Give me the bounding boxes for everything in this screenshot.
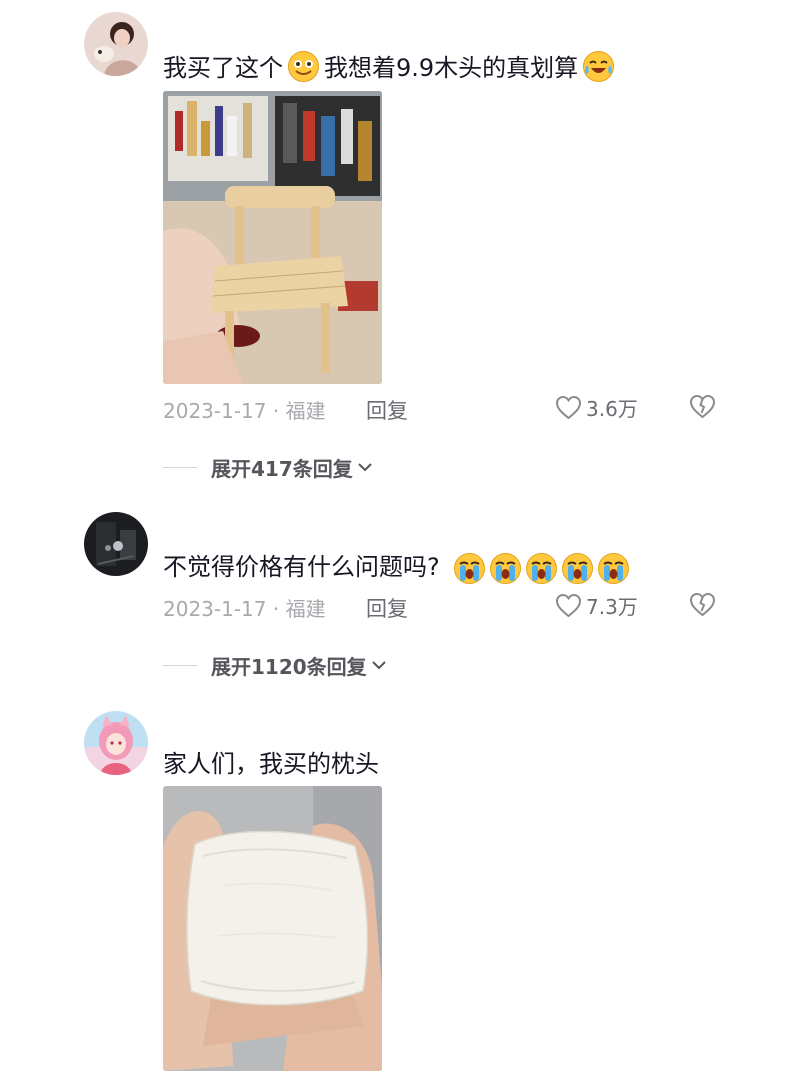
comment-item: 我买了这个 我想着9.9木头的真划算 2023-1-17 · 福建 回复 3.6… [0, 0, 803, 500]
reply-button[interactable]: 回复 [366, 593, 408, 623]
expand-replies-label: 展开417条回复 [211, 456, 353, 481]
crying-emoji-icon [561, 552, 594, 585]
divider [163, 664, 197, 666]
heart-outline-icon [555, 395, 582, 420]
expand-replies[interactable]: 展开417条回复 [163, 452, 373, 482]
avatar[interactable] [84, 711, 148, 775]
date-location: 2023-1-17 · 福建 [163, 399, 326, 423]
dislike-button[interactable] [688, 393, 717, 425]
avatar[interactable] [84, 12, 148, 76]
avatar[interactable] [84, 512, 148, 576]
comment-text-part: 不觉得价格有什么问题吗? [163, 553, 440, 581]
expand-replies-label: 展开1120条回复 [211, 654, 367, 679]
broken-heart-icon [689, 592, 716, 617]
comment-item: 家人们，我买的枕头 [0, 700, 803, 1071]
comment-meta: 2023-1-17 · 福建 回复 7.3万 [163, 591, 723, 621]
reply-button[interactable]: 回复 [366, 395, 408, 425]
divider [163, 466, 197, 468]
crying-emoji-icon [597, 552, 630, 585]
like-button[interactable]: 7.3万 [555, 591, 638, 620]
comment-image[interactable] [163, 786, 382, 1071]
expand-replies[interactable]: 展开1120条回复 [163, 650, 387, 680]
comment-image[interactable] [163, 91, 382, 384]
crying-emoji-icon [453, 552, 486, 585]
comment-text-part: 我买了这个 [163, 54, 283, 82]
chevron-down-icon [371, 661, 386, 670]
chevron-down-icon [358, 463, 372, 472]
comment-text: 不觉得价格有什么问题吗? [163, 550, 630, 585]
broken-heart-icon [689, 394, 716, 419]
comment-text-part: 我想着9.9木头的真划算 [324, 54, 579, 82]
like-button[interactable]: 3.6万 [555, 393, 638, 422]
grin-emoji-icon [287, 50, 320, 83]
date-location: 2023-1-17 · 福建 [163, 597, 326, 621]
comment-meta: 2023-1-17 · 福建 回复 3.6万 [163, 393, 723, 423]
comment-item: 不觉得价格有什么问题吗? 2023-1-17 · 福建 回复 7.3万 展开11… [0, 500, 803, 700]
laugh-cry-emoji-icon [582, 50, 615, 83]
comment-text: 我买了这个 我想着9.9木头的真划算 [163, 50, 619, 85]
like-count: 3.6万 [586, 397, 638, 421]
comment-text: 家人们，我买的枕头 [163, 747, 379, 781]
crying-emoji-icon [525, 552, 558, 585]
emoji-group [453, 552, 630, 585]
crying-emoji-icon [489, 552, 522, 585]
like-count: 7.3万 [586, 595, 638, 619]
heart-outline-icon [555, 593, 582, 618]
comment-text-part: 家人们，我买的枕头 [163, 750, 379, 778]
dislike-button[interactable] [688, 591, 717, 623]
